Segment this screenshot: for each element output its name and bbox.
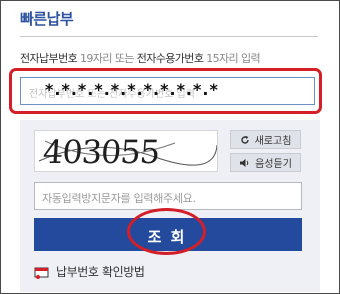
refresh-label: 새로고침 — [254, 136, 292, 147]
captcha-refresh-button[interactable]: 새로고침 — [230, 130, 301, 149]
captcha-answer-placeholder: 자동입력방지문자를 입력해주세요. — [42, 192, 196, 205]
captcha-answer-input[interactable]: 자동입력방지문자를 입력해주세요. — [34, 182, 302, 210]
bill-icon — [34, 267, 49, 279]
help-label: 납부번호 확인방법 — [56, 265, 145, 279]
audio-label: 음성듣기 — [255, 159, 292, 170]
highlight-outline — [9, 68, 322, 114]
captcha-code: 403055 — [41, 133, 161, 171]
instruction-part: 전자납부번호 — [20, 52, 78, 65]
refresh-icon — [240, 135, 249, 144]
captcha-image: 403055 — [34, 130, 218, 172]
page-title: 빠른납부 — [20, 10, 74, 28]
speaker-icon — [240, 158, 249, 167]
captcha-audio-button[interactable]: 음성듣기 — [230, 153, 301, 172]
instruction-part: 19자리 또는 — [77, 52, 137, 65]
input-instruction: 전자납부번호 19자리 또는 전자수용가번호 15자리 입력 — [20, 50, 261, 66]
instruction-part: 전자수용가번호 — [136, 52, 204, 65]
help-link[interactable]: 납부번호 확인방법 — [34, 263, 145, 280]
highlight-oval — [127, 208, 206, 255]
instruction-part: 15자리 입력 — [203, 52, 261, 65]
title-divider — [20, 36, 318, 37]
